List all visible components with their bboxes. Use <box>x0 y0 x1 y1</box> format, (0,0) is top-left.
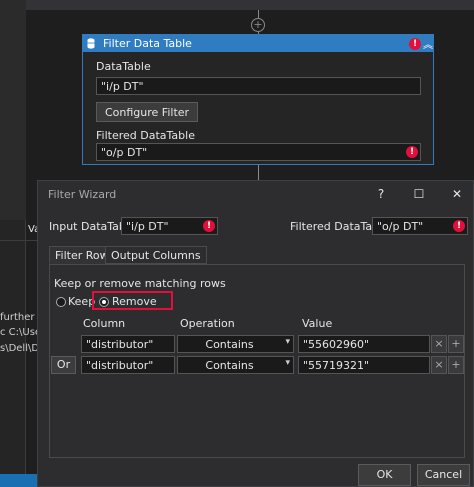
input-datatable-value: "i/p DT" <box>126 220 169 233</box>
filter-rows-panel: Keep or remove matching rows Keep Remove… <box>49 264 465 458</box>
value-input[interactable]: "55719321" <box>298 356 430 374</box>
remove-radio[interactable] <box>99 297 109 307</box>
dialog-title: Filter Wizard <box>48 188 117 201</box>
connector-bottom <box>258 165 259 180</box>
database-icon <box>87 38 95 49</box>
column-header: Column <box>83 317 126 330</box>
top-band <box>26 0 474 10</box>
filter-data-table-activity[interactable]: Filter Data Table ! ︽ DataTable "i/p DT"… <box>82 34 434 165</box>
remove-label[interactable]: Remove <box>112 295 157 308</box>
error-icon: ! <box>203 220 215 232</box>
value-header: Value <box>302 317 333 330</box>
column-value: "distributor" <box>86 359 154 372</box>
or-toggle-button[interactable]: Or <box>51 356 76 374</box>
filtered-datatable-label: Filtered DataTable <box>96 129 195 142</box>
chevron-down-icon: ▾ <box>285 358 290 368</box>
operation-dropdown[interactable]: Contains ▾ <box>177 335 294 353</box>
operation-header: Operation <box>180 317 235 330</box>
collapse-icon[interactable]: ︽ <box>423 36 433 51</box>
add-activity-icon[interactable]: + <box>251 18 265 32</box>
remove-row-button[interactable]: × <box>431 356 447 374</box>
cancel-button[interactable]: Cancel <box>417 464 470 486</box>
column-input[interactable]: "distributor" <box>81 335 175 353</box>
activity-header[interactable]: Filter Data Table ! ︽ <box>83 35 433 52</box>
operation-value: Contains <box>205 359 254 372</box>
input-datatable-field[interactable]: "i/p DT" ! <box>121 217 218 235</box>
error-icon: ! <box>406 146 418 158</box>
divider <box>0 240 37 241</box>
section-label: Keep or remove matching rows <box>54 277 226 290</box>
left-strip <box>0 0 26 220</box>
keep-radio[interactable] <box>56 297 66 307</box>
tab-output-columns[interactable]: Output Columns <box>105 246 207 264</box>
operation-dropdown[interactable]: Contains ▾ <box>177 356 294 374</box>
add-row-button[interactable]: + <box>448 335 464 353</box>
filtered-datatable-value: "o/p DT" <box>377 220 424 233</box>
filter-wizard-dialog: Filter Wizard ? ☐ ✕ Input DataTable "i/p… <box>37 180 474 487</box>
error-icon: ! <box>453 220 465 232</box>
datatable-label: DataTable <box>96 60 151 73</box>
value-input[interactable]: "55602960" <box>298 335 430 353</box>
error-icon: ! <box>409 38 421 50</box>
datatable-field[interactable]: "i/p DT" <box>96 77 421 95</box>
filtered-datatable-field[interactable]: "o/p DT" ! <box>372 217 468 235</box>
activity-title: Filter Data Table <box>103 37 192 50</box>
ok-button[interactable]: OK <box>358 464 411 486</box>
left-rail <box>0 0 26 487</box>
maximize-button[interactable]: ☐ <box>408 184 430 204</box>
status-strip <box>0 474 40 487</box>
configure-filter-button[interactable]: Configure Filter <box>96 102 199 122</box>
help-button[interactable]: ? <box>370 184 392 204</box>
filtered-datatable-value: "o/p DT" <box>101 146 148 159</box>
column-value: "distributor" <box>86 338 154 351</box>
connector-top <box>258 10 259 18</box>
add-row-button[interactable]: + <box>448 356 464 374</box>
value-text: "55602960" <box>303 338 370 351</box>
dialog-titlebar[interactable]: Filter Wizard ? ☐ ✕ <box>38 181 473 207</box>
operation-value: Contains <box>205 338 254 351</box>
chevron-down-icon: ▾ <box>285 337 290 347</box>
value-text: "55719321" <box>303 359 370 372</box>
close-button[interactable]: ✕ <box>446 184 468 204</box>
filtered-datatable-field[interactable]: "o/p DT" ! <box>96 143 421 161</box>
column-input[interactable]: "distributor" <box>81 356 175 374</box>
remove-row-button[interactable]: × <box>431 335 447 353</box>
datatable-value: "i/p DT" <box>101 80 144 93</box>
